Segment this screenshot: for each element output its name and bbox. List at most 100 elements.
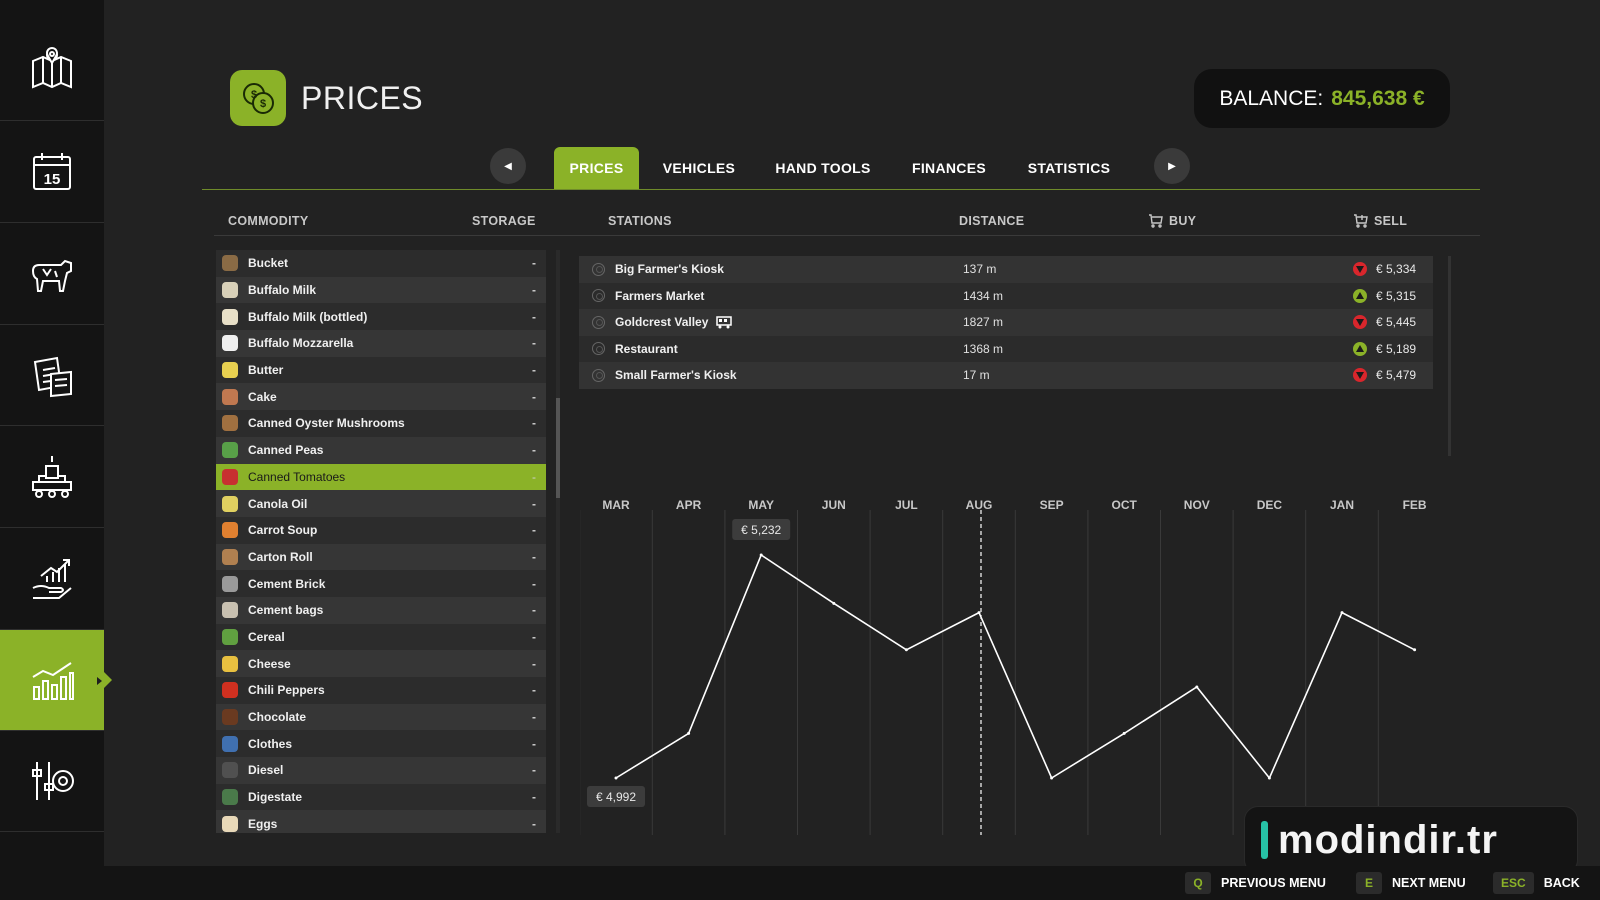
hint-label: BACK xyxy=(1543,876,1580,890)
commodity-name: Canned Peas xyxy=(248,443,324,458)
chart-month-label: FEB xyxy=(1403,498,1427,512)
tab-vehicles[interactable]: VEHICLES xyxy=(652,147,746,189)
commodity-icon xyxy=(222,255,238,272)
sidebar-item-finances[interactable] xyxy=(0,529,104,630)
chart-point xyxy=(904,648,908,652)
commodity-storage: - xyxy=(532,389,536,404)
watermark-bar xyxy=(1261,821,1268,859)
stations-scrollbar[interactable] xyxy=(1448,256,1451,456)
commodity-list[interactable]: Bucket - Buffalo Milk - Buffalo Milk (bottle… xyxy=(216,250,546,833)
commodity-row[interactable]: Buffalo Milk (bottled) - xyxy=(216,303,546,331)
commodity-row[interactable]: Butter - xyxy=(216,356,546,384)
sidebar-item-calendar[interactable]: 15 xyxy=(0,122,104,223)
chart-month-label: JUN xyxy=(822,498,846,512)
commodity-row[interactable]: Canned Tomatoes - xyxy=(216,463,546,491)
next-tab-button[interactable]: ▶ xyxy=(1154,148,1190,184)
station-distance: 1827 m xyxy=(963,315,1004,330)
commodity-storage: - xyxy=(532,336,536,351)
hint-next-menu[interactable]: E NEXT MENU xyxy=(1356,872,1466,894)
commodity-scroll-thumb[interactable] xyxy=(556,398,560,498)
sidebar-item-prices[interactable] xyxy=(0,630,112,731)
commodity-row[interactable]: Carrot Soup - xyxy=(216,516,546,544)
hint-label: NEXT MENU xyxy=(1392,876,1466,890)
previous-tab-button[interactable]: ◀ xyxy=(490,148,526,184)
page-title: PRICES xyxy=(301,80,424,116)
commodity-storage: - xyxy=(532,816,536,831)
commodity-row[interactable]: Cereal - xyxy=(216,623,546,651)
hint-previous-menu[interactable]: Q PREVIOUS MENU xyxy=(1185,872,1326,894)
commodity-row[interactable]: Clothes - xyxy=(216,730,546,758)
commodity-storage: - xyxy=(532,523,536,538)
commodity-storage: - xyxy=(532,710,536,725)
commodity-row[interactable]: Chili Peppers - xyxy=(216,677,546,704)
commodity-row[interactable]: Cheese - xyxy=(216,650,546,677)
trend-down-icon xyxy=(1353,262,1367,277)
sidebar-item-production[interactable] xyxy=(0,427,104,528)
commodity-row[interactable]: Canned Oyster Mushrooms - xyxy=(216,410,546,437)
commodity-icon xyxy=(222,628,238,645)
commodity-row[interactable]: Bucket - xyxy=(216,250,546,277)
tab-finances[interactable]: FINANCES xyxy=(906,147,992,189)
commodity-row[interactable]: Carton Roll - xyxy=(216,543,546,571)
chart-point xyxy=(687,731,691,735)
header-divider xyxy=(214,235,1480,236)
sidebar-item-settings[interactable] xyxy=(0,731,104,832)
column-storage: STORAGE xyxy=(472,214,536,228)
commodity-icon xyxy=(222,655,238,672)
station-name: Restaurant xyxy=(615,341,678,356)
commodity-row[interactable]: Buffalo Milk - xyxy=(216,276,546,304)
commodity-icon xyxy=(222,495,238,512)
commodity-name: Buffalo Milk (bottled) xyxy=(248,309,368,324)
station-sell-price: € 5,334 xyxy=(1376,262,1417,277)
tab-prices[interactable]: PRICES xyxy=(554,147,639,189)
tab-hand-tools[interactable]: HAND TOOLS xyxy=(768,147,878,189)
column-distance: DISTANCE xyxy=(959,214,1025,228)
station-row[interactable]: Small Farmer's Kiosk 17 m € 5,479 xyxy=(579,362,1433,389)
commodity-row[interactable]: Diesel - xyxy=(216,757,546,784)
station-select-icon[interactable] xyxy=(592,368,605,382)
commodity-name: Carrot Soup xyxy=(248,523,318,538)
tab-statistics[interactable]: STATISTICS xyxy=(1020,147,1118,189)
commodity-row[interactable]: Cake - xyxy=(216,383,546,411)
commodity-row[interactable]: Cement Brick - xyxy=(216,570,546,597)
commodity-storage: - xyxy=(532,603,536,618)
station-row[interactable]: Goldcrest Valley 1827 m € 5,445 xyxy=(579,309,1433,336)
sidebar-item-contracts[interactable] xyxy=(0,325,104,426)
hint-back[interactable]: ESC BACK xyxy=(1493,872,1580,894)
commodity-row[interactable]: Canned Peas - xyxy=(216,436,546,464)
station-select-icon[interactable] xyxy=(592,289,605,303)
station-row[interactable]: Restaurant 1368 m € 5,189 xyxy=(579,335,1433,362)
key-e: E xyxy=(1356,872,1382,894)
station-name-cell: Small Farmer's Kiosk xyxy=(615,368,963,382)
commodity-row[interactable]: Eggs - xyxy=(216,810,546,833)
commodity-name: Cheese xyxy=(248,656,291,671)
production-icon xyxy=(32,456,72,498)
commodity-row[interactable]: Cement bags - xyxy=(216,596,546,624)
station-row[interactable]: Big Farmer's Kiosk 137 m € 5,334 xyxy=(579,256,1433,283)
commodity-storage: - xyxy=(532,496,536,511)
sidebar-item-animals[interactable] xyxy=(0,224,104,325)
commodity-row[interactable]: Buffalo Mozzarella - xyxy=(216,330,546,357)
chart-month-label: APR xyxy=(676,498,702,512)
watermark-text: modindir.tr xyxy=(1278,817,1498,862)
commodity-scrollbar[interactable] xyxy=(556,250,560,833)
commodity-row[interactable]: Digestate - xyxy=(216,783,546,811)
column-stations: STATIONS xyxy=(608,214,672,228)
station-select-icon[interactable] xyxy=(592,315,605,329)
sidebar-item-map[interactable] xyxy=(0,20,104,121)
commodity-storage: - xyxy=(532,683,536,698)
commodity-storage: - xyxy=(532,576,536,591)
commodity-row[interactable]: Chocolate - xyxy=(216,703,546,731)
chart-value-label-text: € 4,992 xyxy=(596,790,636,804)
svg-text:$: $ xyxy=(260,98,266,110)
station-name: Goldcrest Valley xyxy=(615,315,709,330)
station-select-icon[interactable] xyxy=(592,342,605,356)
hint-label: PREVIOUS MENU xyxy=(1221,876,1326,890)
commodity-row[interactable]: Canola Oil - xyxy=(216,490,546,517)
chart-month-label: JUL xyxy=(895,498,918,512)
station-select-icon[interactable] xyxy=(592,262,605,276)
station-row[interactable]: Farmers Market 1434 m € 5,315 xyxy=(579,282,1433,309)
station-sell-price: € 5,189 xyxy=(1376,341,1417,356)
commodity-icon xyxy=(222,362,238,379)
commodity-icon xyxy=(222,682,238,699)
